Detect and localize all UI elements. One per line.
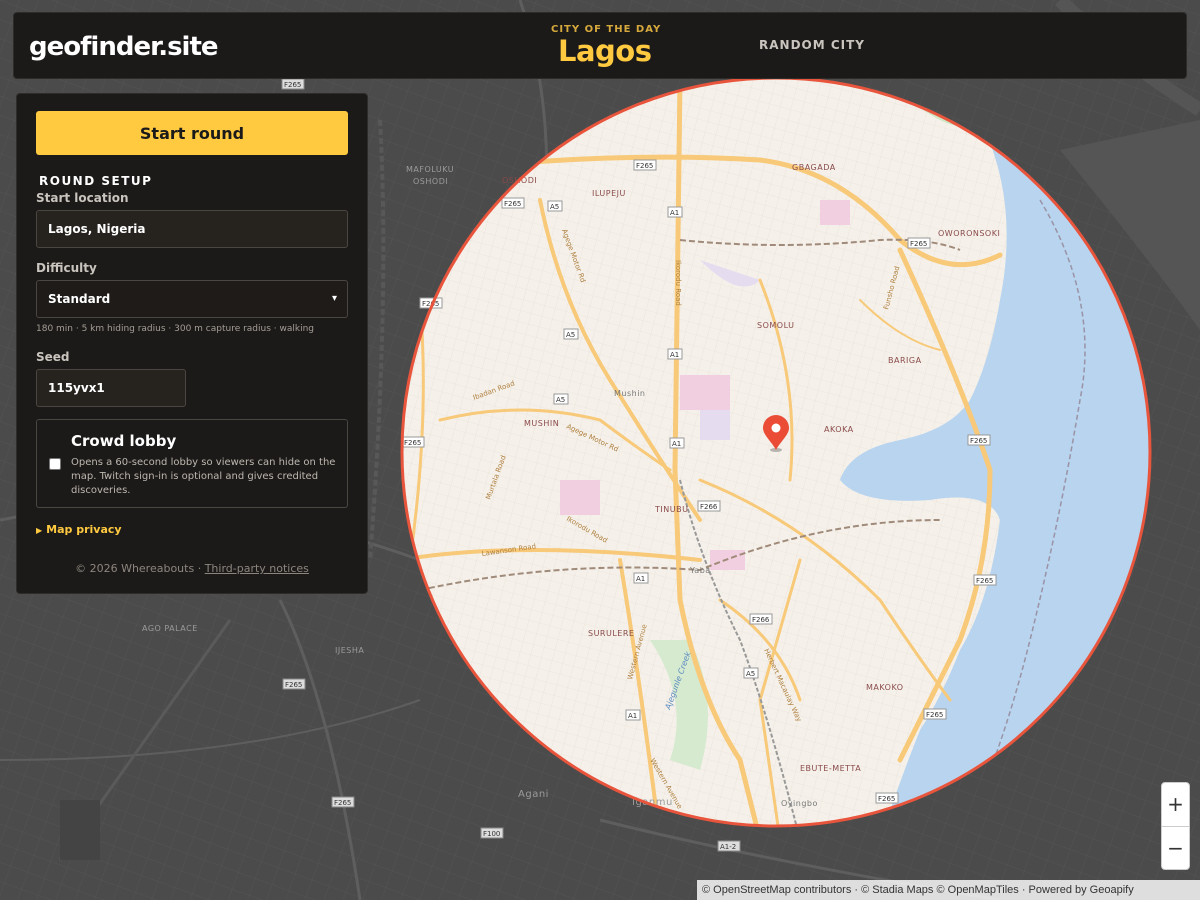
- svg-text:A1: A1: [670, 351, 679, 359]
- map-label-somolu: SOMOLU: [757, 321, 795, 330]
- difficulty-select[interactable]: Standard ▾: [36, 280, 348, 318]
- map-label-oshodi-outer: OSHODI: [413, 177, 448, 186]
- map-label-mushin: MUSHIN: [524, 419, 559, 428]
- svg-text:A1: A1: [670, 209, 679, 217]
- round-setup-panel: Start round ROUND SETUP Start location L…: [16, 93, 368, 594]
- difficulty-value: Standard: [48, 292, 111, 306]
- map-label-yaba: Yaba: [689, 566, 711, 575]
- panel-footer: © 2026 Whereabouts · Third-party notices: [17, 562, 367, 575]
- crowd-lobby-description: Opens a 60-second lobby so viewers can h…: [71, 457, 336, 496]
- svg-text:A5: A5: [550, 203, 559, 211]
- zoom-out-button[interactable]: −: [1162, 827, 1189, 870]
- crowd-lobby-option: Crowd lobby Opens a 60-second lobby so v…: [36, 419, 348, 508]
- map-label-mushin-station: Mushin: [614, 389, 646, 398]
- map-label-gbagada: GBAGADA: [792, 163, 836, 172]
- footer-copyright: © 2026 Whereabouts ·: [75, 562, 205, 575]
- map-label-bariga: BARIGA: [888, 356, 922, 365]
- city-of-day-name[interactable]: Lagos: [558, 34, 652, 68]
- svg-text:A5: A5: [556, 396, 565, 404]
- map-label-ijesha: IJESHA: [335, 646, 364, 655]
- map-attribution[interactable]: © OpenStreetMap contributors · © Stadia …: [697, 880, 1200, 900]
- crowd-lobby-checkbox[interactable]: [49, 458, 61, 470]
- zoom-controls: + −: [1161, 782, 1190, 870]
- svg-text:A5: A5: [566, 331, 575, 339]
- third-party-notices-link[interactable]: Third-party notices: [205, 562, 309, 575]
- map-label-ebute-metta: EBUTE-METTA: [800, 764, 861, 773]
- svg-text:F265: F265: [636, 162, 653, 170]
- map-privacy-toggle[interactable]: ▶ Map privacy: [36, 523, 122, 536]
- crowd-lobby-title: Crowd lobby: [71, 432, 177, 450]
- svg-text:F265: F265: [504, 200, 521, 208]
- difficulty-label: Difficulty: [36, 261, 97, 275]
- map-label-mafoluku: MAFOLUKU: [406, 165, 454, 174]
- difficulty-hint: 180 min · 5 km hiding radius · 300 m cap…: [36, 324, 315, 334]
- svg-text:F265: F265: [926, 711, 943, 719]
- street-ikorodu-1: Ikorodu Road: [674, 260, 682, 306]
- svg-text:F265: F265: [970, 437, 987, 445]
- svg-text:F266: F266: [752, 616, 770, 624]
- map-label-ilupeju: ILUPEJU: [592, 189, 626, 198]
- svg-text:F100: F100: [483, 830, 500, 838]
- svg-text:F265: F265: [284, 81, 301, 89]
- chevron-down-icon: ▾: [331, 293, 337, 304]
- caret-right-icon: ▶: [36, 526, 43, 535]
- seed-label: Seed: [36, 350, 70, 364]
- random-city-button[interactable]: RANDOM CITY: [759, 38, 865, 52]
- svg-text:F265: F265: [976, 577, 993, 585]
- map-label-tinubu: TINUBU: [654, 505, 688, 514]
- map-label-ago-palace: AGO PALACE: [142, 624, 198, 633]
- svg-text:F266: F266: [700, 503, 718, 511]
- svg-text:A1: A1: [672, 440, 681, 448]
- svg-text:A1: A1: [628, 712, 637, 720]
- seed-input[interactable]: 115yvx1: [36, 369, 186, 407]
- section-title-round-setup: ROUND SETUP: [39, 174, 153, 188]
- map-label-surulere: SURULERE: [588, 629, 634, 638]
- map-label-oyingbo: Oyingbo: [781, 799, 818, 808]
- svg-text:A1: A1: [636, 575, 645, 583]
- map-label-akoka: AKOKA: [824, 425, 854, 434]
- start-round-button[interactable]: Start round: [36, 111, 348, 155]
- svg-text:F265: F265: [878, 795, 895, 803]
- svg-text:F265: F265: [404, 439, 421, 447]
- svg-text:F265: F265: [910, 240, 927, 248]
- start-location-label: Start location: [36, 191, 129, 205]
- start-location-input[interactable]: Lagos, Nigeria: [36, 210, 348, 248]
- map-label-makoko: MAKOKO: [866, 683, 904, 692]
- map-label-oworonsoki: OWORONSOKI: [938, 229, 1000, 238]
- zoom-in-button[interactable]: +: [1162, 783, 1189, 826]
- svg-text:F265: F265: [285, 681, 302, 689]
- map-label-agani: Agani: [518, 789, 549, 800]
- svg-text:A5: A5: [746, 670, 755, 678]
- svg-text:A1-2: A1-2: [720, 843, 736, 851]
- svg-text:F265: F265: [334, 799, 351, 807]
- map-privacy-label: Map privacy: [46, 523, 122, 536]
- brand-logo[interactable]: geofinder.site: [29, 32, 219, 62]
- top-bar: geofinder.site CITY OF THE DAY Lagos RAN…: [13, 12, 1187, 79]
